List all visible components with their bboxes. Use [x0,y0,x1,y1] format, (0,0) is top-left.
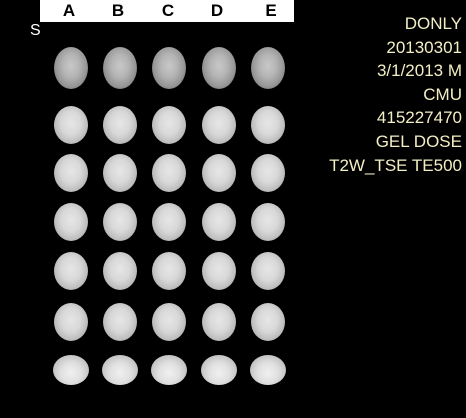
vial-d-3 [202,154,236,192]
institution-name: CMU [423,84,462,104]
vial-a-5 [54,252,88,290]
vial-d-6 [202,303,236,341]
vial-d-4 [202,203,236,241]
vial-d-2 [202,106,236,144]
vial-a-2 [54,106,88,144]
vial-c-3 [152,154,186,192]
vial-c-5 [152,252,186,290]
dicom-info-overlay: DONLY 20130301 3/1/2013 M CMU 415227470 … [329,12,462,177]
study-description: GEL DOSE [375,131,462,151]
vial-c-4 [152,203,186,241]
patient-name: DONLY [404,14,462,33]
vial-d-5 [202,252,236,290]
vial-e-3 [251,154,285,192]
vial-b-1 [103,47,137,89]
vial-d-7 [201,355,237,385]
vial-c-6 [152,303,186,341]
vial-b-2 [103,106,137,144]
vial-d-1 [202,47,236,89]
vial-a-7 [53,355,89,385]
mri-image-viewport[interactable]: A B C D E S DONLY 20130301 3/1/2013 M CM… [0,0,466,418]
vial-e-2 [251,106,285,144]
vial-e-6 [251,303,285,341]
vial-e-1 [251,47,285,89]
vial-c-7 [151,355,187,385]
vial-b-3 [103,154,137,192]
vial-b-6 [103,303,137,341]
vial-e-4 [251,203,285,241]
vial-e-7 [250,355,286,385]
vial-b-4 [103,203,137,241]
vial-b-5 [103,252,137,290]
vial-a-4 [54,203,88,241]
study-date-sex: 3/1/2013 M [376,61,462,81]
vial-b-7 [102,355,138,385]
series-description: T2W_TSE TE500 [329,155,462,175]
vial-a-3 [54,154,88,192]
vial-c-2 [152,106,186,144]
phantom-vial-grid [0,0,300,418]
vial-c-1 [152,47,186,89]
study-id: 20130301 [386,37,462,57]
accession-number: 415227470 [376,108,462,128]
vial-e-5 [251,252,285,290]
vial-a-6 [54,303,88,341]
vial-a-1 [54,47,88,89]
